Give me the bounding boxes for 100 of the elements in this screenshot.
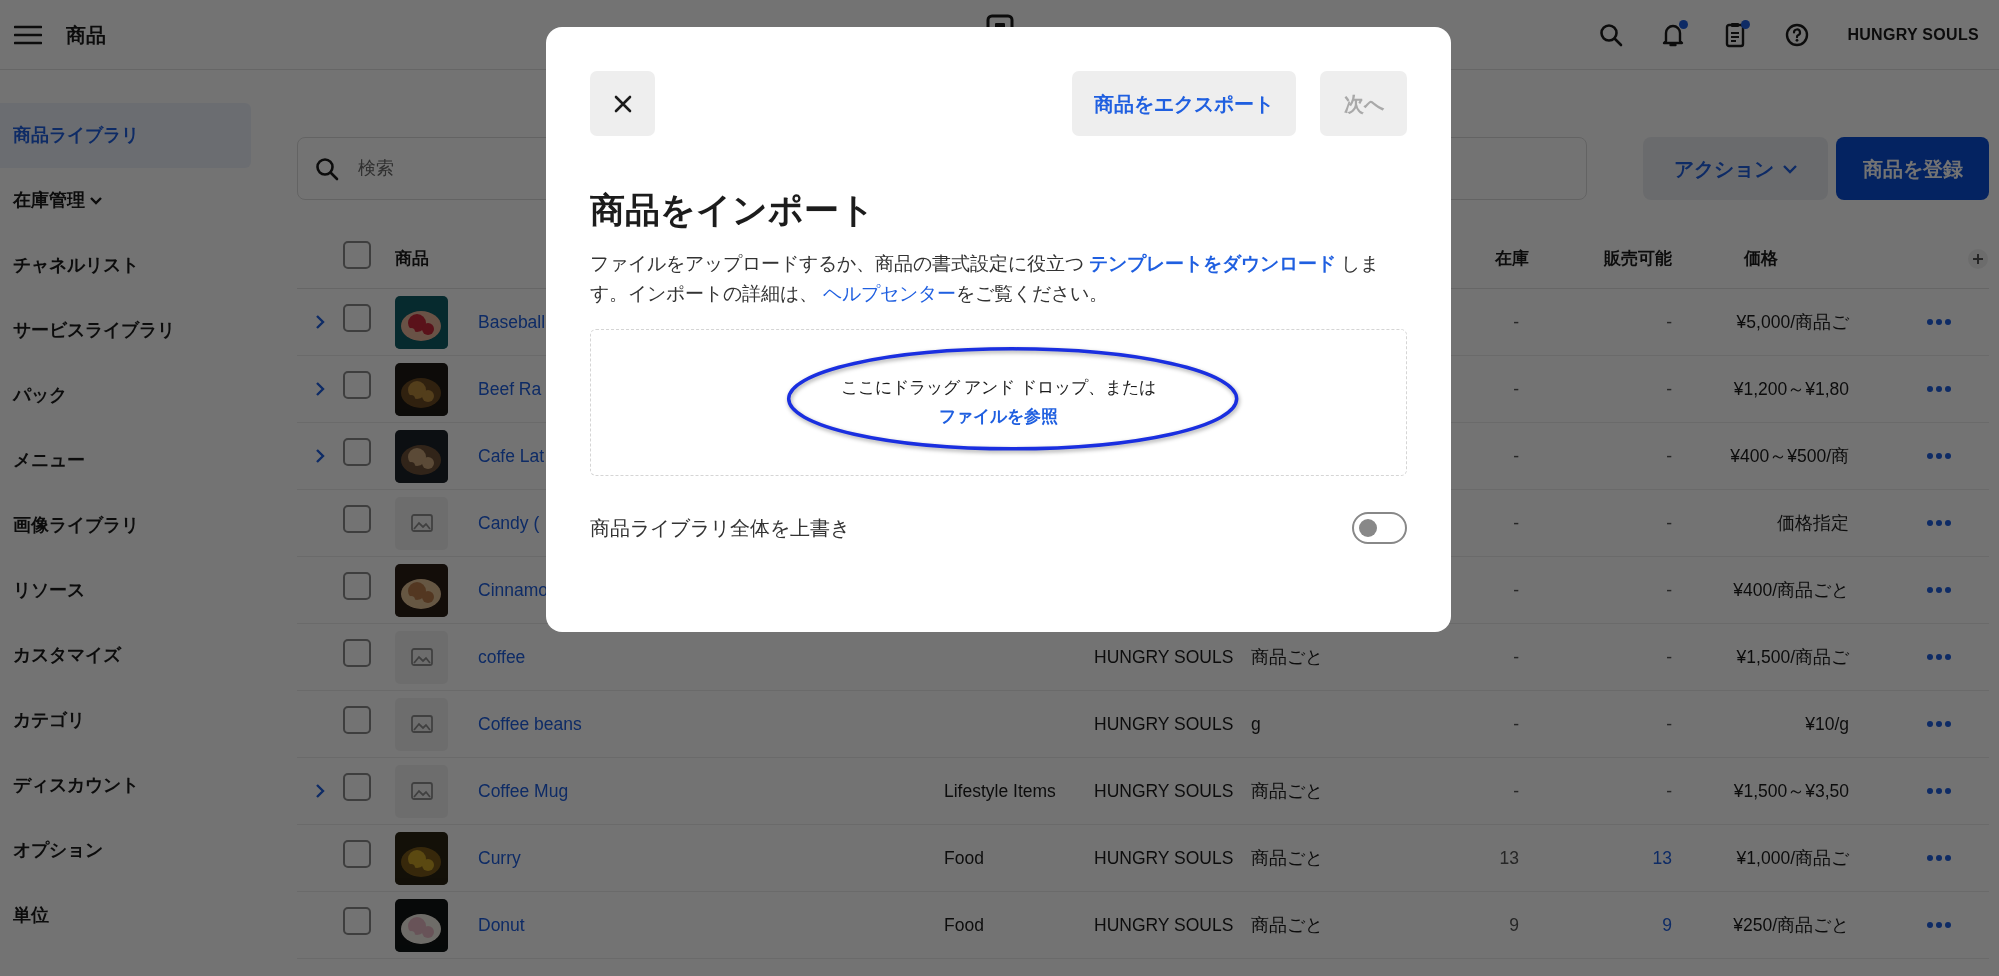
chevron-right-icon[interactable]	[315, 314, 325, 330]
sidebar-item[interactable]: 商品ライブラリ	[0, 103, 251, 168]
price-text: ¥10/g	[1805, 712, 1849, 736]
sidebar-item[interactable]: 単位	[0, 883, 251, 948]
more-icon[interactable]	[1926, 854, 1952, 862]
sidebar-item[interactable]: オプション	[0, 818, 251, 883]
stock-text: 9	[1509, 913, 1519, 937]
column-header[interactable]: 商品	[395, 249, 429, 269]
price-text: ¥1,500/商品ご	[1736, 645, 1849, 669]
checkbox[interactable]	[343, 438, 371, 467]
export-button[interactable]: 商品をエクスポート	[1072, 71, 1296, 136]
more-icon[interactable]	[1926, 720, 1952, 728]
more-icon[interactable]	[1926, 452, 1952, 460]
price-text: ¥1,200～¥1,80	[1733, 377, 1849, 401]
checkbox[interactable]	[343, 505, 371, 534]
more-icon[interactable]	[1926, 519, 1952, 527]
product-name[interactable]: coffee	[471, 646, 526, 667]
checkbox[interactable]	[343, 572, 371, 601]
stock-text: -	[1513, 779, 1519, 803]
sidebar-item[interactable]: パック	[0, 363, 251, 428]
image-icon	[410, 648, 433, 666]
sidebar-item[interactable]: 在庫管理	[0, 168, 251, 233]
category-text: Lifestyle Items	[944, 780, 1056, 801]
toggle-switch[interactable]	[1352, 511, 1407, 544]
more-icon[interactable]	[1926, 787, 1952, 795]
help-center-link[interactable]: ヘルプセンター	[823, 282, 957, 304]
menu-icon[interactable]	[14, 23, 42, 46]
category-text: Food	[944, 914, 984, 935]
unit-text: 商品ごと	[1251, 847, 1323, 868]
browse-files-link[interactable]: ファイルを参照	[939, 404, 1058, 430]
checkbox[interactable]	[343, 241, 371, 270]
help-icon[interactable]	[1785, 22, 1810, 47]
account-name[interactable]: HUNGRY SOULS	[1847, 22, 1979, 47]
price-text: ¥400～¥500/商	[1730, 444, 1849, 468]
available-text: -	[1666, 377, 1672, 401]
unit-text: 商品ごと	[1251, 780, 1323, 801]
column-header[interactable]: 販売可能	[1604, 246, 1672, 272]
column-header[interactable]: 価格	[1743, 246, 1778, 272]
close-button[interactable]	[590, 71, 655, 136]
available-text[interactable]: 9	[1662, 911, 1672, 939]
chevron-right-icon[interactable]	[315, 381, 325, 397]
search-icon[interactable]	[1599, 22, 1624, 47]
sidebar-item[interactable]: ディスカウント	[0, 753, 251, 818]
column-header[interactable]: 在庫	[1495, 246, 1529, 272]
actions-button[interactable]: アクション	[1643, 137, 1828, 200]
more-icon[interactable]	[1926, 586, 1952, 594]
add-column-icon[interactable]	[1967, 248, 1989, 270]
stock-text: -	[1513, 511, 1519, 535]
more-icon[interactable]	[1926, 385, 1952, 393]
more-icon[interactable]	[1926, 921, 1952, 929]
chevron-right-icon[interactable]	[315, 783, 325, 799]
sidebar-item[interactable]: リソース	[0, 558, 251, 623]
available-text: -	[1666, 779, 1672, 803]
price-text: ¥250/商品ごと	[1733, 913, 1849, 937]
product-name[interactable]: Cafe Lat	[471, 445, 545, 466]
checkbox[interactable]	[343, 304, 371, 333]
more-icon[interactable]	[1926, 653, 1952, 661]
unit-text: 商品ごと	[1251, 646, 1323, 667]
sidebar-item[interactable]: チャネルリスト	[0, 233, 251, 298]
sidebar-item[interactable]: カスタマイズ	[0, 623, 251, 688]
unit-text: g	[1251, 713, 1261, 734]
sidebar-item[interactable]: メニュー	[0, 428, 251, 493]
location-text: HUNGRY SOULS	[1094, 780, 1234, 801]
checkbox[interactable]	[343, 371, 371, 400]
checkbox[interactable]	[343, 639, 371, 668]
product-name[interactable]: Baseball	[471, 311, 546, 332]
product-name[interactable]: Candy (	[471, 512, 540, 533]
category-text: Food	[944, 847, 984, 868]
checkbox[interactable]	[343, 706, 371, 735]
unit-text: 商品ごと	[1251, 914, 1323, 935]
available-text: -	[1666, 511, 1672, 535]
price-text: 価格指定	[1777, 511, 1849, 535]
sidebar-item[interactable]: サービスライブラリ	[0, 298, 251, 363]
checkbox[interactable]	[343, 907, 371, 936]
available-text: -	[1666, 712, 1672, 736]
location-text: HUNGRY SOULS	[1094, 847, 1234, 868]
sidebar-item[interactable]: カテゴリ	[0, 688, 251, 753]
image-icon	[410, 514, 433, 532]
dialog-title: 商品をインポート	[590, 189, 876, 231]
dialog-description: ファイルをアップロードするか、商品の書式設定に役立つ テンプレートをダウンロード します。インポートの詳細は、 ヘルプセンターをご覧ください。	[590, 251, 1381, 306]
available-text: -	[1666, 645, 1672, 669]
product-name[interactable]: Cinnamo	[471, 579, 549, 600]
overwrite-label: 商品ライブラリ全体を上書き	[590, 515, 850, 541]
product-name[interactable]: Curry	[471, 847, 521, 868]
product-name[interactable]: Beef Ra	[471, 378, 542, 399]
more-icon[interactable]	[1926, 318, 1952, 326]
checkbox[interactable]	[343, 773, 371, 802]
sidebar-item[interactable]: 画像ライブラリ	[0, 493, 251, 558]
template-download-link[interactable]: テンプレートをダウンロード	[1089, 252, 1337, 274]
product-name[interactable]: Coffee beans	[471, 713, 582, 734]
file-dropzone[interactable]: ここにドラッグ アンド ドロップ、または ファイルを参照	[590, 328, 1407, 476]
product-name[interactable]: Donut	[471, 914, 525, 935]
create-product-button[interactable]: 商品を登録	[1836, 137, 1989, 200]
available-text[interactable]: 13	[1652, 844, 1672, 872]
checkbox[interactable]	[343, 840, 371, 869]
location-text: HUNGRY SOULS	[1094, 914, 1234, 935]
stock-text: -	[1513, 645, 1519, 669]
chevron-right-icon[interactable]	[315, 448, 325, 464]
product-name[interactable]: Coffee Mug	[471, 780, 569, 801]
page-title: 商品	[66, 22, 106, 48]
